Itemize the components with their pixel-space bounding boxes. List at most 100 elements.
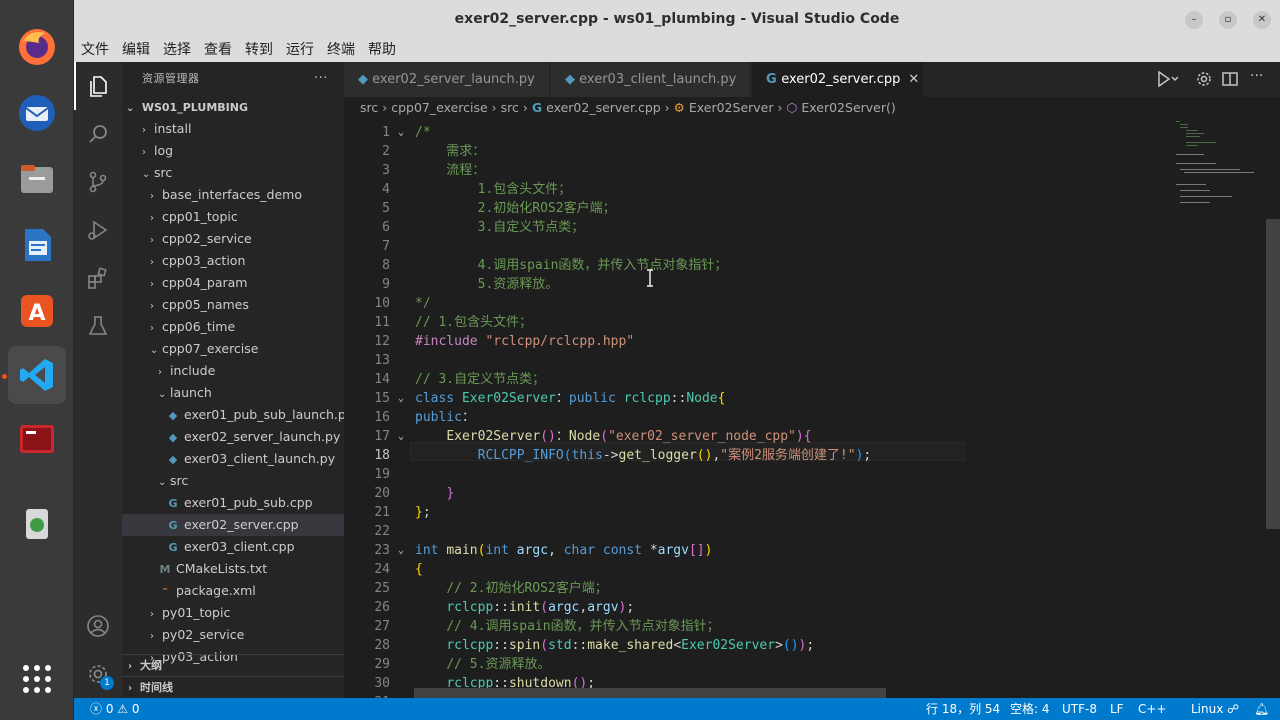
tree-item-label: py02_service xyxy=(162,627,245,642)
file-item[interactable]: ◆ exer02_server_launch.py xyxy=(122,426,344,448)
timeline-section-header[interactable]: › 时间线 xyxy=(122,676,344,698)
indentation[interactable]: 空格: 4 xyxy=(1010,698,1050,720)
minimize-icon[interactable]: – xyxy=(1185,11,1203,29)
more-actions-icon[interactable]: ··· xyxy=(1250,68,1263,84)
run-debug-icon[interactable] xyxy=(74,206,122,254)
show-applications-icon[interactable] xyxy=(8,650,66,708)
encoding[interactable]: UTF-8 xyxy=(1062,698,1097,720)
feedback-icon[interactable]: ☍ xyxy=(1227,698,1239,720)
libreoffice-writer-icon[interactable] xyxy=(8,216,66,274)
breadcrumb-item[interactable]: Exer02Server() xyxy=(801,100,895,115)
breadcrumb-item[interactable]: cpp07_exercise xyxy=(391,100,487,115)
tab-exer02-server-launch[interactable]: ◆ exer02_server_launch.py xyxy=(344,62,550,97)
folder-item[interactable]: › cpp03_action xyxy=(122,250,344,272)
vertical-scrollbar[interactable] xyxy=(1266,119,1280,698)
folder-item[interactable]: › install xyxy=(122,118,344,140)
fold-chevron-icon[interactable]: ⌄ xyxy=(398,541,410,560)
folder-item[interactable]: › log xyxy=(122,140,344,162)
source-control-icon[interactable] xyxy=(74,158,122,206)
file-item[interactable]: ᵔ package.xml xyxy=(122,580,344,602)
split-editor-icon[interactable] xyxy=(1222,71,1238,91)
folder-item[interactable]: › py02_service xyxy=(122,624,344,646)
explorer-more-actions[interactable]: ··· xyxy=(314,62,328,96)
run-code-icon[interactable] xyxy=(1156,70,1179,92)
thunderbird-icon[interactable] xyxy=(8,84,66,142)
code-line: rclcpp::spin(std::make_shared<Exer02Serv… xyxy=(415,636,814,655)
search-icon[interactable] xyxy=(74,110,122,158)
fold-chevron-icon[interactable]: ⌄ xyxy=(398,123,410,142)
file-item[interactable]: G exer02_server.cpp xyxy=(122,514,344,536)
menu-go[interactable]: 转到 xyxy=(245,38,273,62)
minimap[interactable] xyxy=(1174,119,1264,239)
language-mode[interactable]: C++ xyxy=(1138,698,1167,720)
breadcrumb-item[interactable]: src xyxy=(360,100,378,115)
files-icon[interactable] xyxy=(8,150,66,208)
platform[interactable]: Linux xyxy=(1191,698,1223,720)
breadcrumb: src › cpp07_exercise › src › G exer02_se… xyxy=(360,100,896,115)
folder-item[interactable]: › py01_topic xyxy=(122,602,344,624)
fold-chevron-icon[interactable]: ⌄ xyxy=(398,427,410,446)
menu-terminal[interactable]: 终端 xyxy=(327,38,355,62)
menu-selection[interactable]: 选择 xyxy=(163,38,191,62)
file-item[interactable]: ◆ exer01_pub_sub_launch.py xyxy=(122,404,344,426)
trash-icon[interactable] xyxy=(8,494,66,552)
folder-item[interactable]: › cpp06_time xyxy=(122,316,344,338)
menu-help[interactable]: 帮助 xyxy=(368,38,396,62)
menu-file[interactable]: 文件 xyxy=(81,38,109,62)
code-editor[interactable]: 1 ⌄ /* 2 需求： 3 流程： 4 1.包含头文件； 5 2.初始化ROS2客户端； 6… xyxy=(344,119,1280,698)
file-item[interactable]: G exer03_client.cpp xyxy=(122,536,344,558)
file-item[interactable]: ◆ exer03_client_launch.py xyxy=(122,448,344,470)
folder-item[interactable]: ⌄ cpp07_exercise xyxy=(122,338,344,360)
outline-section-header[interactable]: › 大纲 xyxy=(122,654,344,676)
folder-item[interactable]: › cpp05_names xyxy=(122,294,344,316)
code-line: } xyxy=(415,484,454,503)
line-number: 26 xyxy=(374,600,390,615)
vscode-icon[interactable] xyxy=(8,346,66,404)
breadcrumb-item[interactable]: Exer02Server xyxy=(689,100,774,115)
code-line: Exer02Server()：Node("exer02_server_node_… xyxy=(415,427,811,446)
notifications-bell-icon[interactable]: 🔔︎ xyxy=(1254,698,1269,720)
menu-run[interactable]: 运行 xyxy=(286,38,314,62)
explorer-icon[interactable] xyxy=(74,62,122,110)
end-of-line[interactable]: LF xyxy=(1110,698,1124,720)
scrollbar-thumb[interactable] xyxy=(1266,219,1280,529)
breadcrumb-item[interactable]: exer02_server.cpp xyxy=(546,100,661,115)
app-center-icon[interactable]: A xyxy=(8,282,66,340)
folder-item[interactable]: › include xyxy=(122,360,344,382)
code-line: 需求： xyxy=(415,142,485,161)
workspace-section-header[interactable]: ⌄ WS01_PLUMBING xyxy=(122,98,344,118)
account-icon[interactable] xyxy=(74,602,122,650)
settings-gear-icon[interactable] xyxy=(1196,71,1212,91)
fold-chevron-icon[interactable]: ⌄ xyxy=(398,389,410,408)
maximize-icon[interactable]: ▫ xyxy=(1219,11,1237,29)
horizontal-scrollbar[interactable] xyxy=(414,688,886,698)
tree-item-label: include xyxy=(170,363,216,378)
file-item[interactable]: M CMakeLists.txt xyxy=(122,558,344,580)
menu-view[interactable]: 查看 xyxy=(204,38,232,62)
tab-close-icon[interactable]: ✕ xyxy=(908,72,919,87)
close-icon[interactable]: ✕ xyxy=(1253,11,1271,29)
folder-item[interactable]: › cpp04_param xyxy=(122,272,344,294)
problems-indicator[interactable]: ⓧ 0 ⚠ 0 xyxy=(90,698,140,720)
terminal-app-icon[interactable] xyxy=(8,410,66,468)
firefox-icon[interactable] xyxy=(8,18,66,76)
folder-item[interactable]: › base_interfaces_demo xyxy=(122,184,344,206)
folder-item[interactable]: ⌄ src xyxy=(122,470,344,492)
cursor-position[interactable]: 行 18，列 54 xyxy=(926,698,1000,720)
manage-gear-icon[interactable]: 1 xyxy=(74,650,122,698)
folder-item[interactable]: ⌄ src xyxy=(122,162,344,184)
tab-exer02-server-cpp[interactable]: G exer02_server.cpp ✕ xyxy=(752,62,924,97)
testing-icon[interactable] xyxy=(74,302,122,350)
file-item[interactable]: G exer01_pub_sub.cpp xyxy=(122,492,344,514)
method-symbol-icon: ⬡ xyxy=(786,100,798,115)
extensions-icon[interactable] xyxy=(74,254,122,302)
tab-exer03-client-launch[interactable]: ◆ exer03_client_launch.py xyxy=(551,62,751,97)
folder-item[interactable]: › cpp02_service xyxy=(122,228,344,250)
menu-edit[interactable]: 编辑 xyxy=(122,38,150,62)
code-token: ( xyxy=(540,638,549,653)
folder-item[interactable]: › cpp01_topic xyxy=(122,206,344,228)
folder-item[interactable]: ⌄ launch xyxy=(122,382,344,404)
line-number: 29 xyxy=(374,657,390,672)
breadcrumb-item[interactable]: src xyxy=(501,100,519,115)
